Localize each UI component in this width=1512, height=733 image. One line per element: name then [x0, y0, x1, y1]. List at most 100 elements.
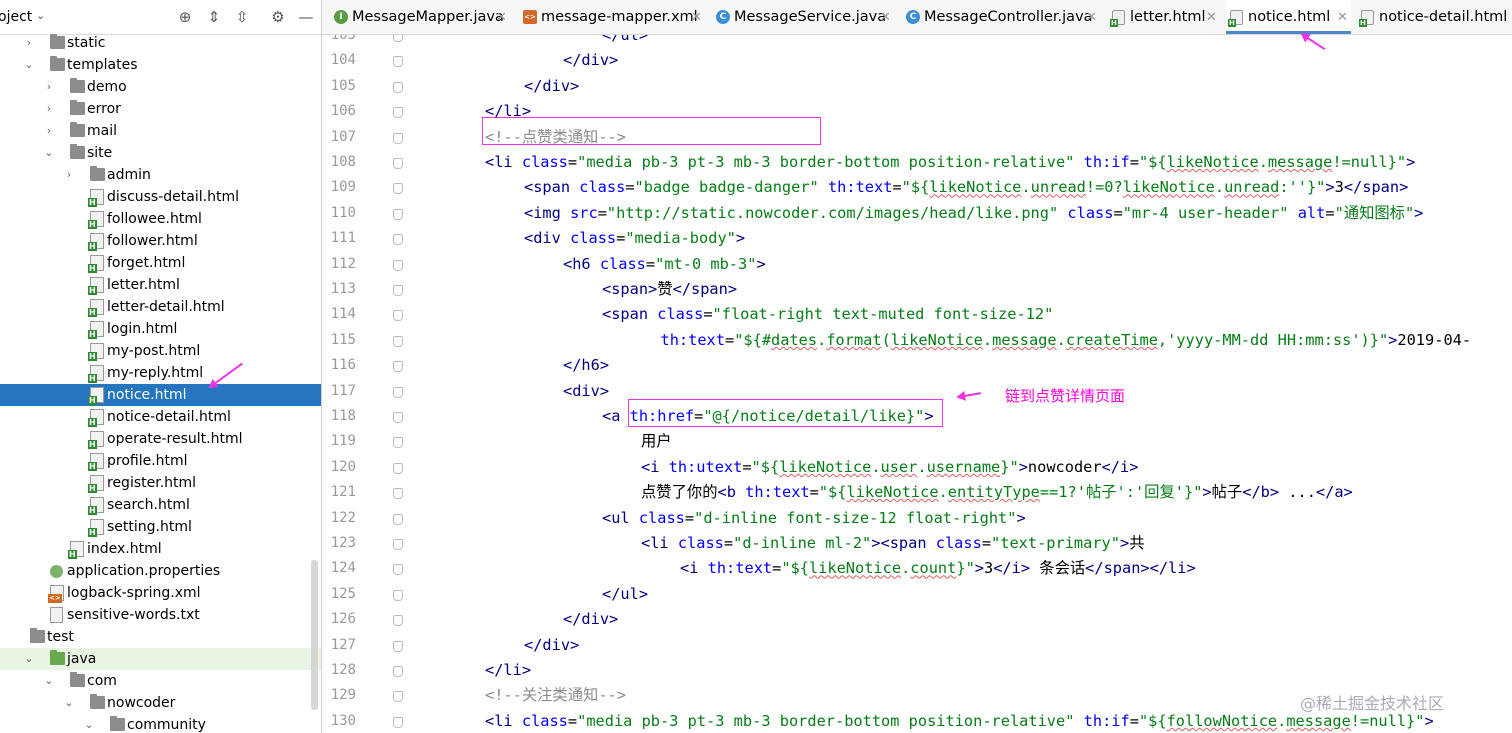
close-icon[interactable]: ✕	[1086, 0, 1097, 34]
tree-item[interactable]: › mail	[0, 120, 321, 142]
tree-item[interactable]: notice-detail.html	[0, 406, 321, 428]
code-line[interactable]: </li>	[485, 658, 531, 683]
tree-item[interactable]: application.properties	[0, 560, 321, 582]
fold-marker-icon[interactable]	[393, 234, 403, 246]
tree-item[interactable]: login.html	[0, 318, 321, 340]
code-editor[interactable]: 103 104 105 106 107 108 109 110 111 112 113 114 115 1…	[322, 35, 1512, 733]
tree-item[interactable]: › error	[0, 98, 321, 120]
tree-item[interactable]: follower.html	[0, 230, 321, 252]
fold-marker-icon[interactable]	[393, 640, 403, 652]
tree-item[interactable]: register.html	[0, 472, 321, 494]
tree-item[interactable]: › demo	[0, 76, 321, 98]
tree-item[interactable]: followee.html	[0, 208, 321, 230]
fold-marker-icon[interactable]	[393, 107, 403, 119]
code-line[interactable]: 点赞了你的<b th:text="${likeNotice.entityType…	[641, 480, 1353, 505]
fold-marker-icon[interactable]	[393, 513, 403, 525]
tree-item[interactable]: my-reply.html	[0, 362, 321, 384]
tree-item[interactable]: logback-spring.xml	[0, 582, 321, 604]
fold-marker-icon[interactable]	[393, 666, 403, 677]
chevron-right-icon[interactable]: ›	[64, 164, 74, 186]
tree-item[interactable]: ⌄ community	[0, 714, 321, 733]
chevron-down-icon[interactable]: ⌄	[64, 692, 74, 714]
scrollbar[interactable]	[311, 560, 318, 710]
fold-marker-icon[interactable]	[393, 488, 403, 500]
tree-item[interactable]: ⌄ com	[0, 670, 321, 692]
fold-marker-icon[interactable]	[393, 539, 403, 550]
code-line[interactable]: <i th:text="${likeNotice.count}">3</i> 条…	[680, 556, 1196, 581]
chevron-down-icon[interactable]: ⌄	[44, 142, 54, 164]
chevron-right-icon[interactable]: ›	[44, 98, 54, 120]
fold-marker-icon[interactable]	[393, 589, 403, 601]
editor-tab[interactable]: C MessageService.java ✕	[712, 0, 894, 34]
chevron-down-icon[interactable]: ⌄	[84, 714, 94, 733]
fold-marker-icon[interactable]	[393, 158, 403, 169]
expand-all-icon[interactable]: ⇕	[205, 8, 223, 26]
collapse-all-icon[interactable]: ⇳	[233, 8, 251, 26]
tree-item[interactable]: letter.html	[0, 274, 321, 296]
code-line[interactable]: </ul>	[602, 582, 648, 607]
code-line[interactable]: <span class="float-right text-muted font…	[602, 302, 1053, 327]
code-line[interactable]: <span class="badge badge-danger" th:text…	[524, 175, 1408, 200]
tree-item[interactable]: sensitive-words.txt	[0, 604, 321, 626]
code-line[interactable]: <div class="media-body">	[524, 226, 745, 251]
fold-marker-icon[interactable]	[393, 691, 403, 703]
tree-item[interactable]: search.html	[0, 494, 321, 516]
fold-marker-icon[interactable]	[393, 183, 403, 195]
close-icon[interactable]: ✕	[1206, 0, 1217, 34]
editor-tab[interactable]: C MessageController.java ✕	[902, 0, 1100, 34]
tree-item[interactable]: ⌄ java	[0, 648, 321, 670]
fold-marker-icon[interactable]	[393, 335, 403, 347]
locate-icon[interactable]: ⊕	[176, 8, 194, 26]
code-line[interactable]: </div>	[563, 607, 618, 632]
editor-tab[interactable]: letter.html✕	[1108, 0, 1220, 34]
project-panel-title[interactable]: oject	[0, 9, 32, 25]
tree-item[interactable]: index.html	[0, 538, 321, 560]
tree-item[interactable]: discuss-detail.html	[0, 186, 321, 208]
code-line[interactable]: <i th:utext="${likeNotice.user.username}…	[641, 455, 1138, 480]
tree-item[interactable]: setting.html	[0, 516, 321, 538]
code-line[interactable]: <!--关注类通知-->	[485, 683, 626, 708]
code-line[interactable]: </div>	[563, 48, 618, 73]
close-icon[interactable]: ✕	[880, 0, 891, 34]
fold-marker-icon[interactable]	[393, 259, 403, 271]
editor-tab[interactable]: notice-detail.html	[1357, 0, 1507, 34]
tree-item[interactable]: › static	[0, 32, 321, 54]
chevron-right-icon[interactable]: ›	[44, 120, 54, 142]
editor-tab[interactable]: I MessageMapper.java ✕	[330, 0, 510, 34]
fold-marker-icon[interactable]	[393, 81, 403, 93]
gear-icon[interactable]: ⚙	[269, 8, 287, 26]
fold-marker-icon[interactable]	[393, 716, 403, 728]
fold-marker-icon[interactable]	[393, 361, 403, 373]
fold-marker-icon[interactable]	[393, 412, 403, 423]
fold-marker-icon[interactable]	[393, 386, 403, 398]
chevron-right-icon[interactable]: ›	[44, 76, 54, 98]
minimize-icon[interactable]: —	[297, 8, 315, 26]
tree-item[interactable]: ⌄ nowcoder	[0, 692, 321, 714]
fold-marker-icon[interactable]	[393, 437, 403, 449]
code-line[interactable]: <img src="http://static.nowcoder.com/ima…	[524, 201, 1423, 226]
code-line[interactable]: 用户	[641, 429, 672, 454]
tree-item[interactable]: › admin	[0, 164, 321, 186]
chevron-down-icon[interactable]: ⌄	[44, 670, 54, 692]
code-line[interactable]: <li class="media pb-3 pt-3 mb-3 border-b…	[485, 709, 1434, 733]
tree-item[interactable]: profile.html	[0, 450, 321, 472]
chevron-right-icon[interactable]: ›	[24, 32, 34, 54]
code-line[interactable]: </div>	[524, 74, 579, 99]
editor-tab[interactable]: notice.html ✕	[1226, 0, 1351, 34]
tree-item[interactable]: ⌄ site	[0, 142, 321, 164]
close-icon[interactable]: ✕	[496, 0, 507, 34]
code-line[interactable]: </h6>	[563, 353, 609, 378]
tree-item[interactable]: operate-result.html	[0, 428, 321, 450]
code-line[interactable]: <li class="media pb-3 pt-3 mb-3 border-b…	[485, 150, 1415, 175]
tree-item[interactable]: notice.html	[0, 384, 321, 406]
fold-marker-icon[interactable]	[393, 615, 403, 627]
tree-item[interactable]: my-post.html	[0, 340, 321, 362]
code-line[interactable]: <ul class="d-inline font-size-12 float-r…	[602, 506, 1026, 531]
chevron-down-icon[interactable]: ⌄	[24, 648, 34, 670]
code-line[interactable]: <div>	[563, 379, 609, 404]
code-line[interactable]: </ul>	[602, 35, 648, 48]
fold-marker-icon[interactable]	[393, 285, 403, 296]
fold-marker-icon[interactable]	[393, 310, 403, 322]
tree-item[interactable]: letter-detail.html	[0, 296, 321, 318]
fold-marker-icon[interactable]	[393, 35, 403, 42]
